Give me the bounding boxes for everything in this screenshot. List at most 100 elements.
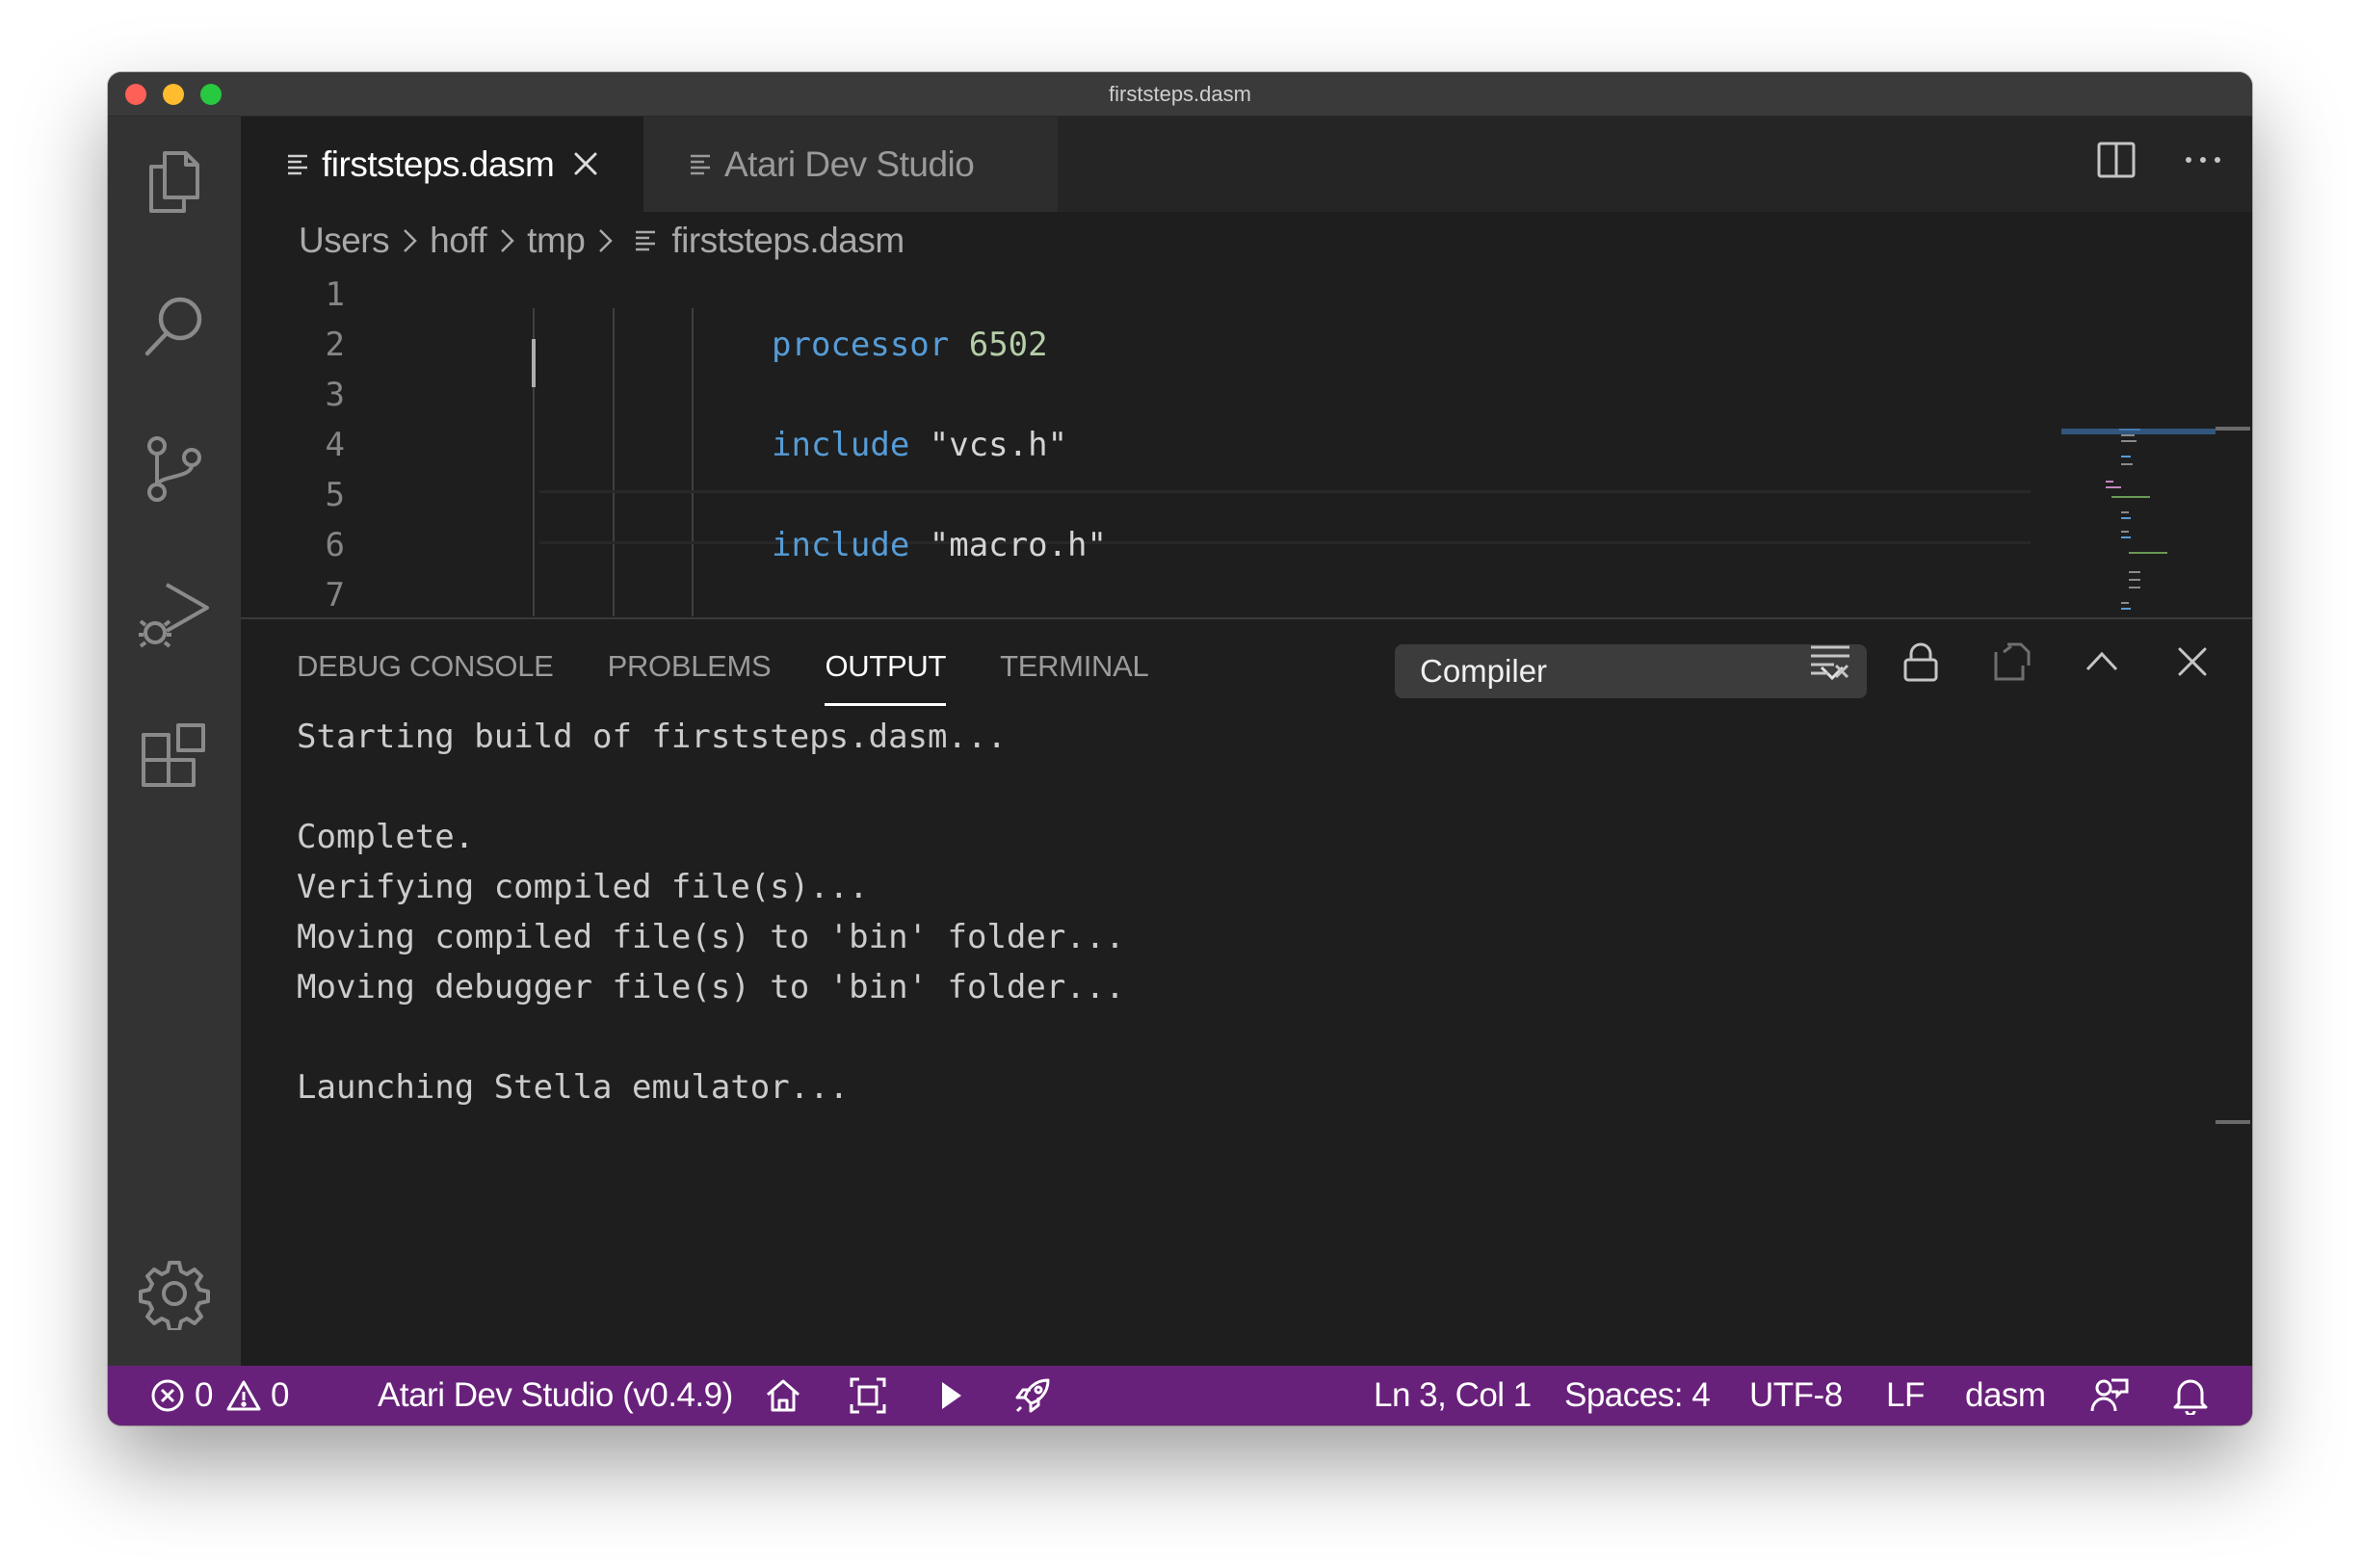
output-line: Starting build of firststeps.dasm...	[297, 718, 1007, 756]
code-keyword: processor	[772, 326, 950, 364]
encoding[interactable]: UTF-8	[1749, 1366, 1843, 1425]
split-editor-icon[interactable]	[2096, 140, 2137, 185]
tab-terminal[interactable]: TERMINAL	[1000, 619, 1149, 706]
indentation[interactable]: Spaces: 4	[1564, 1366, 1711, 1425]
error-icon	[150, 1378, 185, 1413]
close-panel-icon[interactable]	[2171, 640, 2214, 683]
output-line: Launching Stella emulator...	[297, 1068, 850, 1107]
breadcrumb-item[interactable]: firststeps.dasm	[671, 221, 905, 261]
breadcrumb: Users hoff tmp firststeps.dasm	[241, 212, 2252, 270]
cursor-position[interactable]: Ln 3, Col 1	[1374, 1366, 1532, 1425]
file-lines-icon	[635, 229, 656, 252]
tab-output[interactable]: OUTPUT	[825, 619, 946, 706]
line-number: 2	[325, 326, 345, 364]
settings-gear-icon[interactable]	[138, 1257, 211, 1332]
line-number: 6	[325, 526, 345, 564]
code-line: processor 6502	[772, 320, 2040, 370]
line-number: 4	[325, 426, 345, 464]
file-lines-icon	[690, 144, 711, 185]
minimap[interactable]	[2061, 429, 2216, 616]
open-in-editor-icon[interactable]	[1990, 640, 2032, 683]
output-line: Complete.	[297, 818, 475, 856]
breadcrumb-item[interactable]: hoff	[430, 221, 487, 261]
tab-label: firststeps.dasm	[322, 144, 555, 184]
code-number: 6502	[968, 326, 1048, 364]
editor-actions	[2096, 140, 2223, 185]
indent-guide	[692, 308, 694, 616]
feedback-icon[interactable]	[2090, 1366, 2129, 1425]
more-actions-icon[interactable]	[2183, 140, 2223, 185]
warning-count: 0	[270, 1376, 289, 1414]
code-line: include "vcs.h"	[772, 420, 2040, 470]
indent-guide	[613, 308, 615, 616]
breadcrumb-item[interactable]: tmp	[527, 221, 586, 261]
activity-bar	[108, 117, 241, 1366]
code-keyword: include	[772, 426, 910, 464]
vscode-window: firststeps.dasm firststeps.dasm Atari De…	[108, 72, 2252, 1425]
code-editor[interactable]: 12345678 processor 6502include "vcs.h"in…	[241, 270, 2252, 616]
tab-atari-dev-studio[interactable]: Atari Dev Studio	[643, 117, 1058, 212]
extension-version[interactable]: Atari Dev Studio (v0.4.9)	[378, 1366, 733, 1425]
chevron-right-icon	[498, 226, 515, 255]
run-icon[interactable]	[938, 1366, 963, 1425]
output-channel-select[interactable]: Compiler	[1395, 644, 1867, 698]
editor-tabs: firststeps.dasm Atari Dev Studio	[241, 117, 2252, 212]
run-debug-icon[interactable]	[138, 577, 211, 650]
clear-output-icon[interactable]	[1809, 640, 1851, 683]
explorer-icon[interactable]	[138, 145, 211, 219]
notifications-bell-icon[interactable]	[2173, 1366, 2208, 1425]
panel-scrollbar[interactable]	[2216, 1120, 2250, 1124]
line-number-gutter: 12345678	[241, 270, 356, 616]
build-icon[interactable]	[850, 1366, 886, 1425]
close-icon[interactable]	[573, 144, 598, 185]
breadcrumb-item[interactable]: Users	[299, 221, 390, 261]
minimap-slider[interactable]	[2061, 429, 2216, 434]
output-line: Moving debugger file(s) to 'bin' folder.…	[297, 968, 1125, 1006]
output-line: Verifying compiled file(s)...	[297, 868, 869, 906]
window-title: firststeps.dasm	[1109, 82, 1251, 106]
panel-actions	[1809, 640, 2214, 683]
title-bar: firststeps.dasm	[108, 72, 2252, 117]
code-line: include "macro.h"	[772, 520, 2040, 570]
end-of-line[interactable]: LF	[1886, 1366, 1925, 1425]
maximize-panel-icon[interactable]	[2081, 640, 2123, 683]
error-count: 0	[195, 1376, 213, 1414]
output-line: Moving compiled file(s) to 'bin' folder.…	[297, 918, 1125, 956]
tab-firststeps[interactable]: firststeps.dasm	[241, 117, 643, 212]
editor-scrollbar[interactable]	[2216, 427, 2250, 431]
home-icon[interactable]	[765, 1366, 801, 1425]
line-number: 5	[325, 476, 345, 514]
text-cursor	[532, 339, 536, 387]
editor-area: firststeps.dasm Atari Dev Studio Users h…	[241, 117, 2252, 1366]
rocket-icon[interactable]	[1013, 1366, 1052, 1425]
output-channel-value: Compiler	[1420, 653, 1548, 689]
extensions-icon[interactable]	[138, 721, 211, 795]
line-number: 3	[325, 376, 345, 414]
status-bar: 0 0 Atari Dev Studio (v0.4.9) Ln 3, Col …	[108, 1366, 2252, 1425]
output-text[interactable]: Starting build of firststeps.dasm... Comp…	[297, 712, 2175, 1112]
code-keyword: include	[772, 526, 910, 564]
language-mode[interactable]: dasm	[1965, 1366, 2046, 1425]
code-text: "vcs.h"	[909, 426, 1068, 464]
search-icon[interactable]	[138, 290, 211, 363]
tab-debug-console[interactable]: DEBUG CONSOLE	[297, 619, 554, 706]
source-control-icon[interactable]	[138, 432, 211, 506]
warning-icon	[226, 1379, 261, 1412]
code-lines: processor 6502 include "vcs.h" include "ma…	[772, 270, 2040, 616]
line-number: 1	[325, 275, 345, 314]
tab-problems[interactable]: PROBLEMS	[608, 619, 772, 706]
chevron-right-icon	[596, 226, 614, 255]
problems-status[interactable]: 0 0	[150, 1366, 289, 1425]
line-number: 7	[325, 576, 345, 614]
bottom-panel: DEBUG CONSOLE PROBLEMS OUTPUT TERMINAL C…	[241, 617, 2252, 1366]
file-lines-icon	[287, 144, 308, 185]
lock-icon[interactable]	[1900, 640, 1942, 683]
code-text: "macro.h"	[909, 526, 1107, 564]
